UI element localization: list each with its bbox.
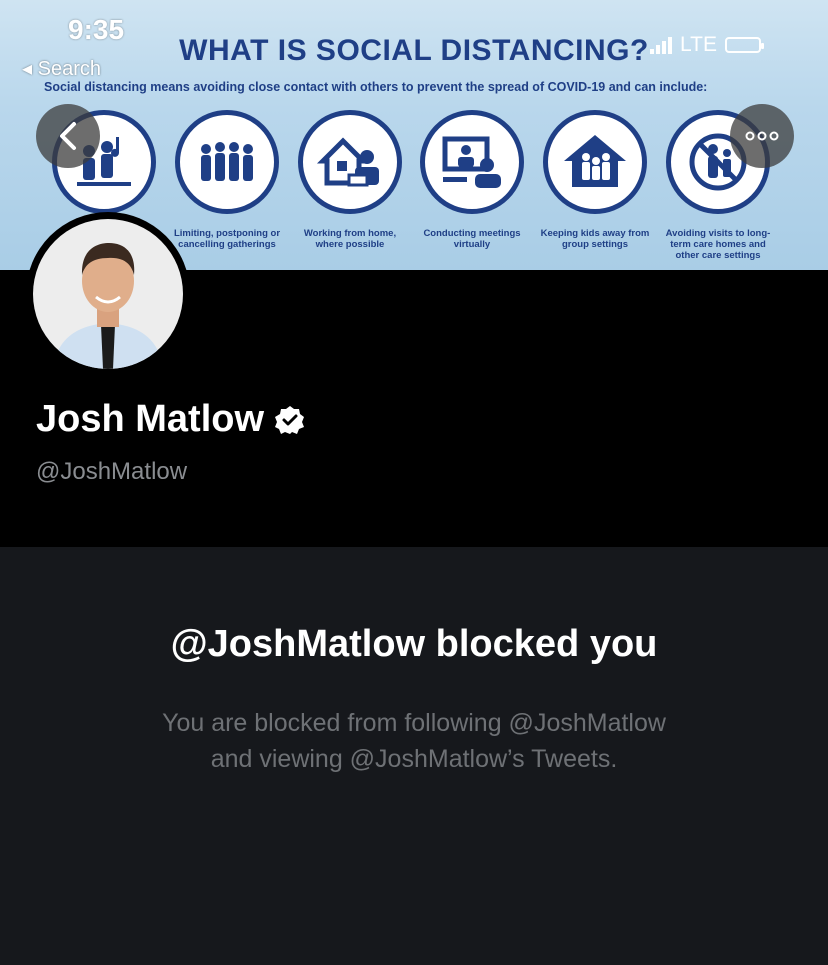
banner-caption: Keeping kids away from group settings — [540, 228, 650, 250]
banner-caption: Avoiding visits to long-term care homes … — [665, 228, 771, 261]
blocked-description: You are blocked from following @JoshMatl… — [64, 705, 764, 777]
profile-name: Josh Matlow — [36, 398, 306, 441]
blocked-description-line1: You are blocked from following @JoshMatl… — [162, 709, 666, 737]
avatar[interactable] — [26, 212, 190, 376]
status-indicators: LTE — [650, 30, 764, 60]
more-icon — [745, 131, 779, 141]
banner-caption: Working from home, where possible — [303, 228, 397, 250]
back-to-search-link[interactable]: ◂ Search — [22, 56, 101, 81]
network-label: LTE — [680, 33, 717, 56]
profile-name-text: Josh Matlow — [36, 398, 265, 440]
back-to-search-label: Search — [37, 58, 101, 80]
verified-badge-icon — [275, 405, 305, 434]
banner-caption: Conducting meetings virtually — [423, 228, 521, 250]
back-arrow-icon: ◂ — [22, 58, 33, 80]
virtual-meeting-icon — [420, 110, 524, 214]
more-button[interactable] — [730, 104, 794, 168]
banner-subtitle: Social distancing means avoiding close c… — [44, 80, 708, 94]
banner-caption: Limiting, postponing or cancelling gathe… — [173, 228, 281, 250]
kids-home-icon — [543, 110, 647, 214]
group-gathering-icon — [175, 110, 279, 214]
status-time: 9:35 — [68, 14, 125, 45]
blocked-description-line2: and viewing @JoshMatlow’s Tweets. — [210, 745, 618, 773]
back-button[interactable] — [36, 104, 100, 168]
profile-photo — [33, 219, 183, 369]
blocked-notice: @JoshMatlow blocked you You are blocked … — [0, 547, 828, 965]
signal-icon — [650, 36, 672, 54]
blocked-title: @JoshMatlow blocked you — [170, 623, 658, 665]
chevron-left-icon — [60, 122, 76, 150]
battery-icon — [724, 37, 764, 53]
profile-handle: @JoshMatlow — [36, 458, 188, 485]
work-from-home-icon — [298, 110, 402, 214]
